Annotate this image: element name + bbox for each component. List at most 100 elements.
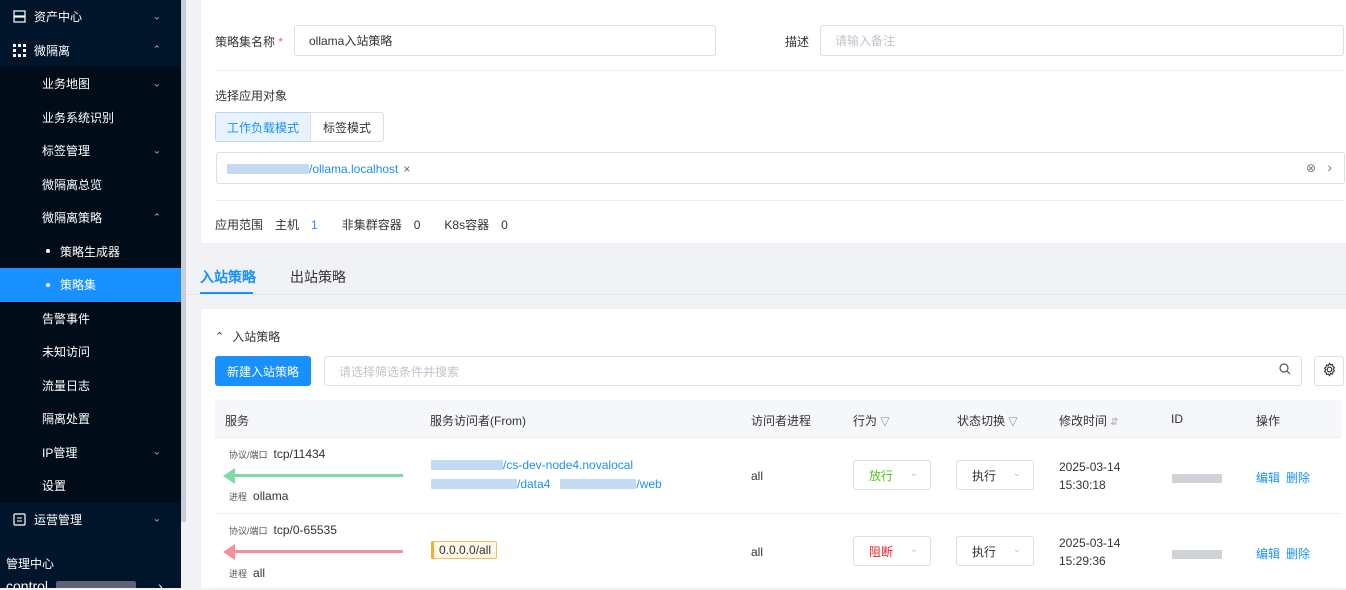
policy-name-input[interactable]: ollama入站策略 (294, 25, 716, 56)
port-label: 协议/端口 (229, 449, 268, 460)
sidebar-item-policy-generator[interactable]: 策略生成器 (0, 234, 181, 268)
noncluster-count: 0 (413, 217, 421, 232)
tabs-divider (186, 294, 1346, 295)
state-select[interactable]: 执行 ⌄ (956, 460, 1034, 490)
chevron-up-icon: ⌃ (215, 331, 225, 343)
redacted-text (431, 460, 503, 470)
sidebar-item-asset-center[interactable]: 资产中心 ⌄ (0, 0, 181, 34)
arrow-line (233, 550, 403, 553)
col-ops: 操作 (1256, 414, 1281, 428)
sidebar-item-tag-management[interactable]: 标签管理 ⌄ (0, 134, 181, 168)
process-label: 进程 (229, 491, 248, 502)
tab-inbound[interactable]: 入站策略 (200, 267, 256, 287)
sort-icon[interactable]: ⇵ (1110, 417, 1118, 428)
sidebar-item-isolation-policy[interactable]: 微隔离策略 ⌃ (0, 201, 181, 235)
from-tag[interactable]: 0.0.0.0/all (431, 541, 498, 559)
col-action[interactable]: 行为 ▽ (853, 412, 890, 429)
sidebar-footer: 管理中心 control › (0, 553, 181, 588)
chevron-down-icon: ⌄ (152, 11, 161, 23)
search-icon[interactable] (1279, 363, 1291, 378)
filter-icon[interactable]: ▽ (1008, 414, 1017, 428)
redacted-text (560, 479, 637, 489)
target-label: 选择应用对象 (215, 89, 288, 103)
selected-tag: /ollama.localhost × (227, 160, 410, 177)
visitor-process: all (751, 469, 764, 483)
col-state[interactable]: 状态切换 ▽ (957, 412, 1018, 429)
modified-date: 2025-03-14 (1059, 536, 1121, 550)
col-process: 访问者进程 (751, 414, 812, 428)
service-port: 协议/端口 tcp/11434 (229, 447, 325, 461)
sidebar-item-isolation-overview[interactable]: 微隔离总览 (0, 167, 181, 201)
host-count[interactable]: 1 (311, 218, 318, 232)
sidebar-item-settings[interactable]: 设置 (0, 469, 181, 503)
management-center-title: 管理中心 (6, 557, 55, 571)
redacted-text (431, 479, 517, 489)
sidebar-item-unknown-access[interactable]: 未知访问 (0, 335, 181, 369)
col-modified[interactable]: 修改时间 ⇵ (1059, 412, 1119, 429)
action-select[interactable]: 阻断 ⌄ (853, 536, 931, 566)
sidebar-item-business-recognition[interactable]: 业务系统识别 (0, 100, 181, 134)
search-input[interactable]: 请选择筛选条件并搜索 (324, 356, 1302, 386)
state-select[interactable]: 执行 ⌄ (956, 536, 1034, 566)
sidebar-item-operations[interactable]: 运营管理 ⌄ (0, 503, 181, 537)
bullet-icon (46, 249, 50, 254)
gear-icon (1322, 362, 1337, 380)
sidebar-item-business-map[interactable]: 业务地图 ⌄ (0, 67, 181, 101)
sidebar-item-label: 标签管理 (42, 144, 91, 159)
description-input[interactable]: 请输入备注 (820, 25, 1344, 56)
port-label: 协议/端口 (229, 525, 268, 536)
user-menu[interactable]: control › (6, 575, 181, 588)
chevron-right-icon[interactable]: › (1327, 159, 1332, 175)
from-link[interactable]: /cs-dev-node4.novalocal (431, 458, 633, 472)
divider (215, 70, 1344, 71)
tag-mode-button[interactable]: 标签模式 (310, 112, 384, 142)
scope-summary: 应用范围 主机 1 非集群容器 0 K8s容器 0 (215, 216, 508, 233)
edit-link[interactable]: 编辑 (1256, 545, 1280, 562)
modified-time: 15:29:36 (1059, 554, 1106, 568)
sidebar-item-isolation-handling[interactable]: 隔离处置 (0, 402, 181, 436)
server-icon (12, 10, 26, 24)
new-inbound-policy-button[interactable]: 新建入站策略 (215, 356, 311, 386)
sidebar-item-traffic-log[interactable]: 流量日志 (0, 368, 181, 402)
sidebar-item-label: 策略生成器 (60, 244, 121, 259)
noncluster-label: 非集群容器 (341, 218, 402, 232)
sidebar-item-ip-management[interactable]: IP管理 ⌄ (0, 435, 181, 469)
description-label: 描述 (785, 35, 810, 49)
policy-tabs: 入站策略 出站策略 (186, 255, 1346, 297)
sidebar-item-label: 策略集 (60, 278, 97, 293)
close-icon[interactable]: × (403, 162, 410, 176)
sidebar-item-label: 运营管理 (34, 512, 83, 527)
from-link[interactable]: /data4 /web (431, 477, 662, 491)
section-title: 入站策略 (232, 330, 281, 344)
sidebar-item-label: 隔离处置 (42, 412, 91, 427)
sidebar-item-label: 微隔离总览 (42, 177, 103, 192)
edit-link[interactable]: 编辑 (1256, 469, 1280, 486)
tab-outbound[interactable]: 出站策略 (290, 267, 346, 287)
sidebar-item-policy-set[interactable]: 策略集 (0, 268, 181, 302)
workload-mode-button[interactable]: 工作负载模式 (215, 112, 311, 142)
sidebar-item-alert-events[interactable]: 告警事件 (0, 301, 181, 335)
target-select[interactable]: /ollama.localhost × ⊗ › (216, 152, 1345, 184)
settings-button[interactable] (1314, 356, 1344, 386)
redacted-text (227, 163, 309, 174)
username: control (6, 578, 49, 588)
sidebar-item-micro-isolation[interactable]: 微隔离 ⌃ (0, 34, 181, 68)
table-row: 协议/端口 tcp/0-65535 进程 all 0.0.0.0/all all… (215, 514, 1341, 590)
sidebar: 资产中心 ⌄ 微隔离 ⌃ 业务地图 ⌄ 业务系统识别 标签管理 ⌄ 微隔离总览 … (0, 0, 181, 588)
port-value: tcp/0-65535 (273, 523, 337, 537)
sidebar-item-label: 流量日志 (42, 378, 91, 393)
sidebar-item-label: 未知访问 (42, 345, 91, 360)
document-icon (12, 512, 26, 526)
sidebar-item-label: 业务地图 (42, 77, 91, 92)
section-header[interactable]: ⌃ 入站策略 (215, 328, 280, 345)
action-select[interactable]: 放行 ⌄ (853, 460, 931, 490)
host-label: 主机 (275, 218, 300, 232)
service-process: 进程 ollama (229, 489, 288, 503)
filter-icon[interactable]: ▽ (880, 414, 889, 428)
chevron-down-icon: ⌄ (909, 544, 918, 555)
grid-dots-icon (12, 43, 26, 57)
policy-set-form: 策略集名称 * ollama入站策略 描述 请输入备注 选择应用对象 工作负载模… (201, 0, 1346, 243)
clear-circle-icon[interactable]: ⊗ (1306, 161, 1316, 175)
delete-link[interactable]: 删除 (1286, 469, 1310, 486)
delete-link[interactable]: 删除 (1286, 545, 1310, 562)
